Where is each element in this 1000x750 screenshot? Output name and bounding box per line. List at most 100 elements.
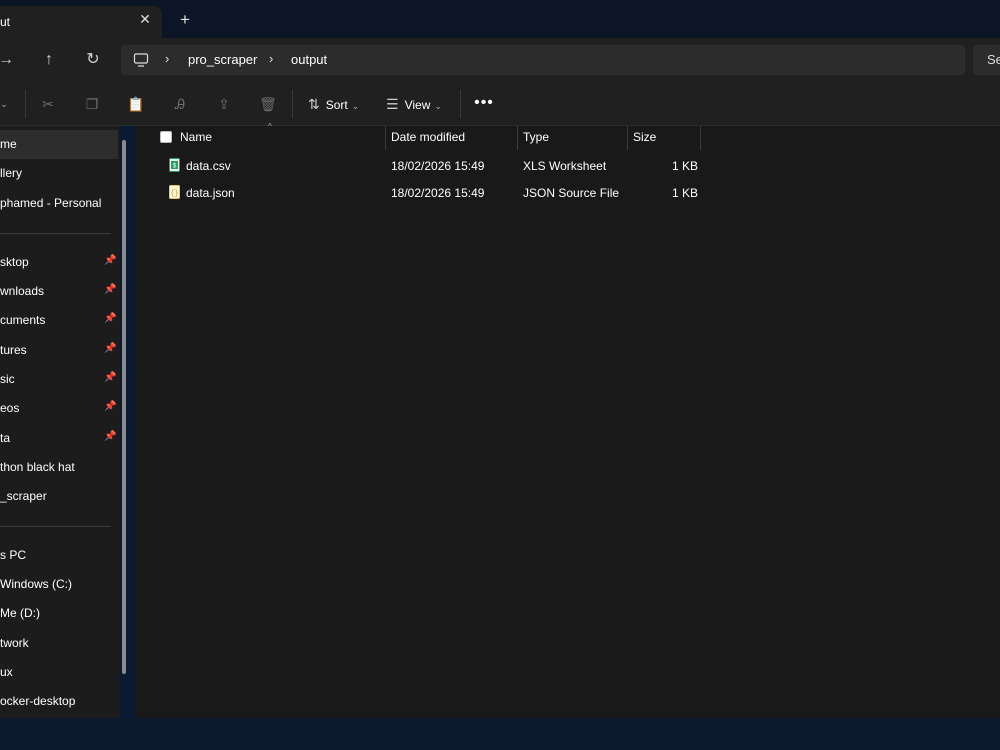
file-row-data-csv[interactable]: $ data.csv 18/02/2026 15:49 XLS Workshee…	[136, 154, 736, 178]
view-icon: ☰	[386, 96, 399, 112]
sidebar-item-label: tures	[0, 343, 27, 357]
rename-icon[interactable]: Ꭿ	[170, 94, 190, 114]
pin-icon: 📌	[104, 255, 117, 266]
navigation-pane: me llery phamed - Personal sktop 📌 wnloa…	[0, 126, 120, 718]
sidebar-item-label: ta	[0, 431, 11, 445]
file-date-modified: 18/02/2026 15:49	[391, 186, 485, 200]
sidebar-item-music[interactable]: sic 📌	[0, 365, 118, 394]
column-divider[interactable]	[385, 126, 386, 150]
chevron-right-icon: ›	[269, 51, 274, 66]
sidebar-item-label: wnloads	[0, 284, 45, 298]
sidebar-item-python-black-hat[interactable]: thon black hat	[0, 453, 118, 482]
this-pc-icon	[133, 53, 149, 67]
sidebar-divider	[0, 526, 111, 527]
sidebar-item-home[interactable]: me	[0, 130, 118, 159]
sidebar-item-label: twork	[0, 636, 29, 650]
up-button[interactable]: ↑	[37, 48, 61, 72]
spreadsheet-file-icon: $	[169, 158, 180, 172]
sidebar-item-label: thon black hat	[0, 460, 75, 474]
sidebar-item-network[interactable]: twork	[0, 629, 118, 658]
sidebar-item-data[interactable]: ta 📌	[0, 424, 118, 453]
sidebar-item-label: eos	[0, 401, 20, 415]
view-label: View	[404, 98, 431, 112]
more-options-button[interactable]: •••	[472, 92, 496, 116]
refresh-button[interactable]: ↻	[81, 48, 105, 72]
pin-icon: 📌	[104, 401, 117, 412]
column-divider[interactable]	[700, 126, 701, 150]
pin-icon: 📌	[104, 372, 117, 383]
pin-icon: 📌	[104, 343, 117, 354]
sidebar-item-this-pc[interactable]: s PC	[0, 541, 118, 570]
tab-output[interactable]: ut ✕	[0, 6, 162, 38]
svg-text:{}: {}	[170, 190, 178, 198]
taskbar-strip	[0, 718, 1000, 750]
sidebar-item-gallery[interactable]: llery	[0, 159, 118, 188]
toolbar-divider	[25, 90, 26, 118]
search-box[interactable]: Se	[973, 45, 1000, 75]
share-icon[interactable]: ⇪	[214, 94, 234, 114]
cut-icon[interactable]: ✂	[38, 94, 58, 114]
forward-button[interactable]: →	[0, 48, 18, 72]
sidebar-item-linux[interactable]: ux	[0, 658, 118, 687]
column-divider[interactable]	[517, 126, 518, 150]
file-size: 1 KB	[672, 186, 699, 200]
command-bar: ⌄ ✂ ❐ 📋 Ꭿ ⇪ 🗑 ⇅ Sort ⌄ ☰ View ⌄ •••	[0, 82, 1000, 126]
file-name: data.csv	[186, 159, 231, 173]
sidebar-item-label: llery	[0, 166, 23, 180]
sidebar-item-label: ux	[0, 665, 13, 679]
chevron-right-icon: ›	[165, 51, 170, 66]
sidebar-item-pro-scraper[interactable]: _scraper	[0, 482, 118, 511]
file-type: XLS Worksheet	[523, 159, 607, 173]
sidebar-item-label: me	[0, 137, 17, 151]
column-header-size[interactable]: Size	[633, 130, 656, 152]
sidebar-scrollbar[interactable]	[122, 140, 126, 674]
sidebar-item-onedrive-personal[interactable]: phamed - Personal	[0, 189, 118, 218]
chevron-down-icon: ⌄	[351, 101, 360, 111]
sidebar-item-label: phamed - Personal	[0, 196, 102, 210]
file-row-data-json[interactable]: {} data.json 18/02/2026 15:49 JSON Sourc…	[136, 181, 736, 205]
chevron-down-icon[interactable]: ⌄	[0, 94, 14, 114]
chevron-down-icon: ⌄	[434, 101, 442, 111]
address-bar-row: → ↑ ↻ › pro_scraper › output Se	[0, 38, 1000, 82]
sort-button[interactable]: ⇅ Sort ⌄	[308, 92, 359, 116]
sidebar-item-drive-d[interactable]: Me (D:)	[0, 599, 118, 628]
pin-icon: 📌	[104, 431, 117, 442]
view-button[interactable]: ☰ View ⌄	[386, 92, 442, 116]
sidebar-item-label: sic	[0, 372, 15, 386]
select-all-checkbox[interactable]	[160, 131, 172, 143]
file-list: ^ Name Date modified Type Size $ data.cs…	[136, 122, 1000, 718]
paste-icon[interactable]: 📋	[126, 94, 146, 114]
breadcrumb-pro-scraper[interactable]: pro_scraper	[188, 52, 257, 67]
tab-close-button[interactable]: ✕	[137, 11, 153, 31]
new-tab-button[interactable]: +	[177, 10, 193, 30]
sidebar-item-docker-desktop[interactable]: ocker-desktop	[0, 687, 118, 716]
sidebar-item-label: sktop	[0, 255, 29, 269]
sidebar-item-desktop[interactable]: sktop 📌	[0, 248, 118, 277]
tab-title: ut	[0, 15, 11, 29]
breadcrumb-output[interactable]: output	[291, 52, 327, 67]
file-type: JSON Source File	[523, 186, 620, 200]
address-bar[interactable]: › pro_scraper › output	[121, 45, 965, 75]
file-name: data.json	[186, 186, 235, 200]
column-divider[interactable]	[627, 126, 628, 150]
sidebar-item-videos[interactable]: eos 📌	[0, 394, 118, 423]
sidebar-item-label: Me (D:)	[0, 606, 40, 620]
sidebar-item-label: ocker-desktop	[0, 694, 76, 708]
column-header-date-modified[interactable]: Date modified	[391, 130, 465, 152]
sidebar-divider	[0, 233, 111, 234]
sidebar-item-pictures[interactable]: tures 📌	[0, 336, 118, 365]
column-header-type[interactable]: Type	[523, 130, 549, 152]
column-header-name[interactable]: Name	[180, 130, 212, 152]
sidebar-item-windows-c[interactable]: Windows (C:)	[0, 570, 118, 599]
file-date-modified: 18/02/2026 15:49	[391, 159, 485, 173]
sidebar-item-downloads[interactable]: wnloads 📌	[0, 277, 118, 306]
sidebar-item-label: Windows (C:)	[0, 577, 73, 591]
sidebar-item-label: cuments	[0, 313, 46, 327]
toolbar-divider	[460, 90, 461, 118]
delete-icon[interactable]: 🗑	[258, 94, 278, 114]
title-bar: ut ✕ +	[0, 0, 1000, 38]
sidebar-item-documents[interactable]: cuments 📌	[0, 306, 118, 335]
sidebar-item-label: _scraper	[0, 489, 47, 503]
copy-icon[interactable]: ❐	[82, 94, 102, 114]
sort-icon: ⇅	[308, 96, 320, 112]
